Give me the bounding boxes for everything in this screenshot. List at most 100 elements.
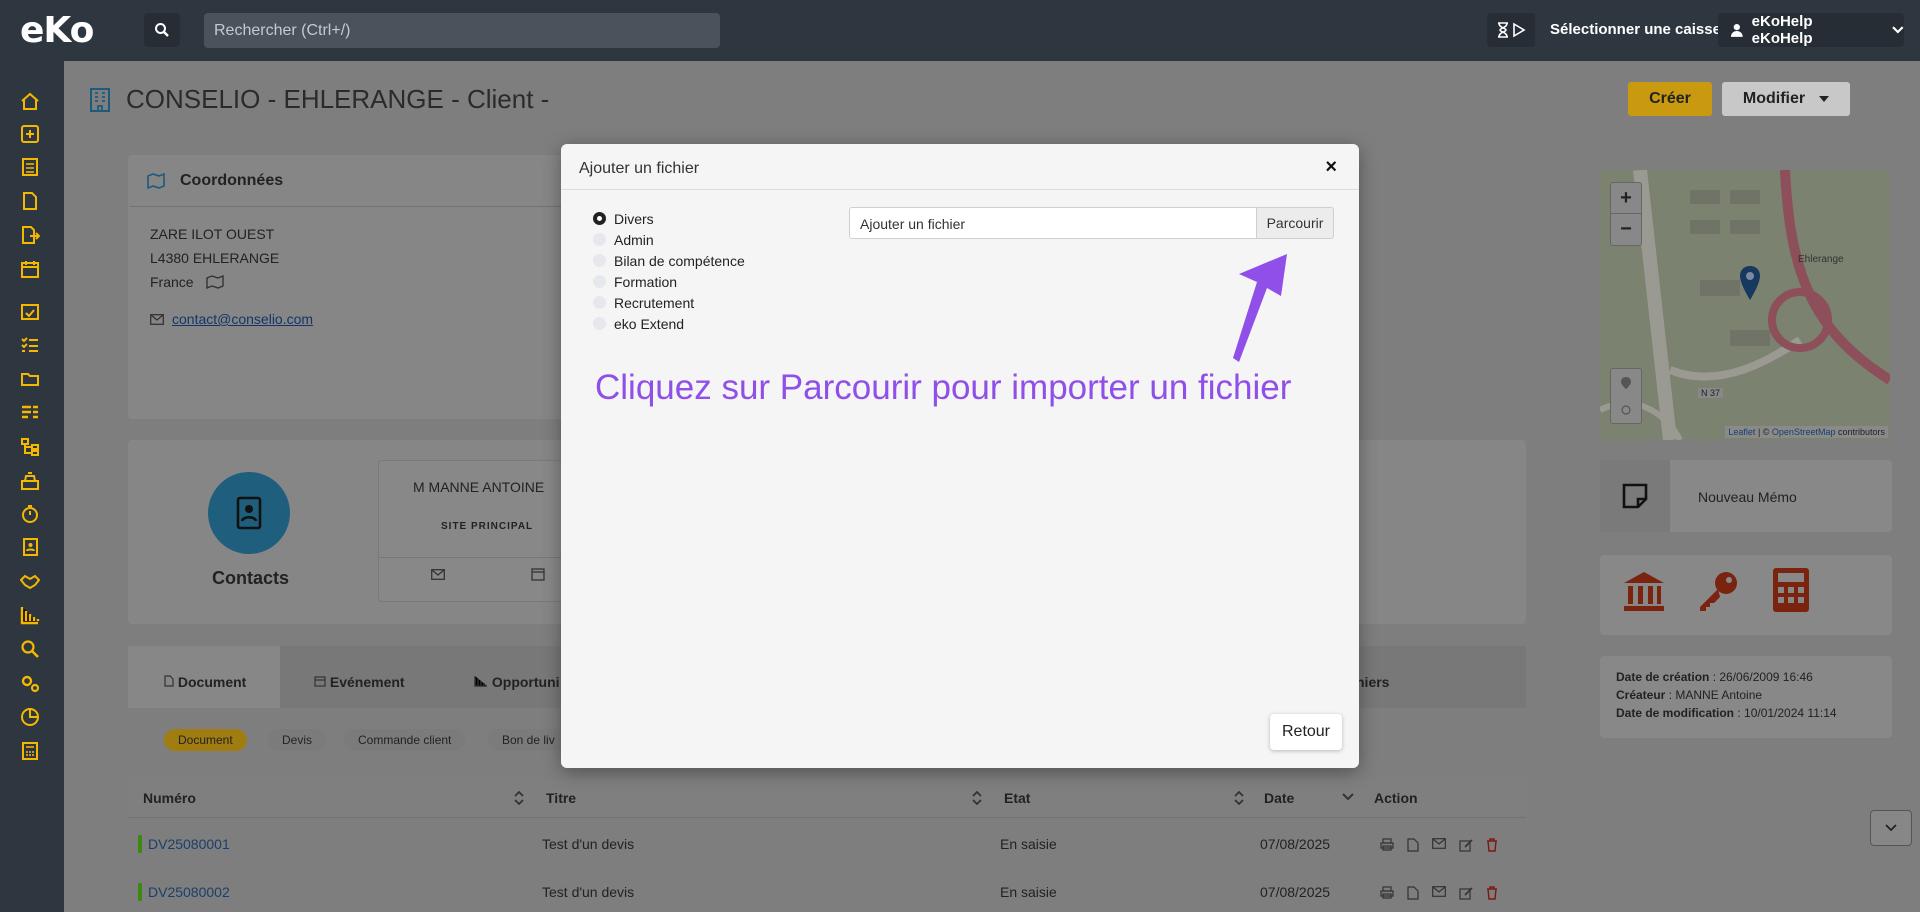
modal-title: Ajouter un fichier (579, 160, 700, 177)
eko-logo[interactable]: eKo (20, 10, 94, 51)
radio-dot[interactable] (593, 233, 606, 246)
bank-icon[interactable] (1622, 569, 1666, 613)
osm-link[interactable]: OpenStreetMap (1772, 427, 1836, 437)
layers-icon[interactable] (1621, 405, 1631, 415)
calculator-orange-icon[interactable] (1772, 567, 1810, 613)
map-road-label: N 37 (1698, 388, 1724, 398)
col-date[interactable]: Date (1264, 790, 1294, 806)
radio-divers[interactable]: Divers (593, 208, 745, 229)
col-numero[interactable]: Numéro (143, 790, 196, 806)
calculator-icon[interactable] (20, 741, 40, 761)
task-list-icon[interactable] (20, 335, 40, 355)
tools-list-icon[interactable] (20, 403, 40, 423)
key-icon[interactable] (1696, 569, 1740, 613)
locate-icon[interactable] (1621, 377, 1631, 389)
add-box-icon[interactable] (20, 124, 40, 144)
map-locate-icon[interactable] (205, 275, 224, 289)
radio-admin[interactable]: Admin (593, 229, 745, 250)
contact-mail-icon[interactable] (431, 569, 445, 580)
pill-commande-client[interactable]: Commande client (344, 729, 466, 751)
file-icon[interactable] (20, 191, 40, 211)
print-icon[interactable] (1380, 886, 1394, 899)
file-name-input[interactable]: Ajouter un fichier (849, 207, 1257, 239)
edit-icon[interactable] (1459, 838, 1473, 852)
select-caisse-button[interactable]: Sélectionner une caisse (1550, 21, 1721, 38)
radio-formation[interactable]: Formation (593, 271, 745, 292)
trash-icon[interactable] (1486, 838, 1498, 852)
attribution-contributors: contributors (1835, 427, 1885, 437)
home-icon[interactable] (20, 91, 40, 111)
zoom-in-button[interactable]: + (1611, 183, 1641, 214)
tab-opportunite[interactable]: Opportuni (474, 674, 560, 690)
map-marker-icon[interactable] (1740, 266, 1760, 300)
browse-button[interactable]: Parcourir (1256, 207, 1334, 239)
calendar-tab-icon (314, 676, 326, 687)
pill-devis[interactable]: Devis (268, 729, 327, 751)
radio-dot[interactable] (593, 212, 606, 225)
calendar-check-icon[interactable] (20, 301, 40, 321)
contacts-button[interactable] (208, 472, 290, 554)
pill-bon-livraison[interactable]: Bon de liv (488, 729, 569, 751)
contact-person-card[interactable]: M MANNE ANTOINE SITE PRINCIPAL (378, 460, 569, 602)
radio-eko-extend[interactable]: eko Extend (593, 313, 745, 334)
print-icon[interactable] (1380, 838, 1394, 851)
radio-dot[interactable] (593, 317, 606, 330)
mail-icon[interactable] (1432, 886, 1446, 897)
calendar-icon[interactable] (20, 259, 40, 279)
row-actions (1380, 886, 1498, 900)
handshake-icon[interactable] (20, 571, 40, 591)
tab-evenement[interactable]: Evénement (314, 674, 405, 690)
timer-button[interactable] (1487, 13, 1535, 47)
search-nav-icon[interactable] (20, 639, 40, 659)
user-menu-button[interactable]: eKoHelp eKoHelp (1718, 13, 1904, 47)
mail-icon[interactable] (1432, 838, 1446, 849)
col-titre[interactable]: Titre (546, 790, 576, 806)
creation-date-label: Date de création (1616, 670, 1710, 684)
attribution-separator: | © (1755, 427, 1772, 437)
scroll-down-button[interactable] (1870, 810, 1912, 846)
tab-document[interactable]: Document (164, 674, 246, 690)
pdf-icon[interactable] (1407, 886, 1419, 900)
file-export-icon[interactable] (20, 225, 40, 245)
sort-icon[interactable] (972, 790, 982, 806)
search-input[interactable] (204, 13, 720, 48)
col-etat[interactable]: Etat (1004, 790, 1030, 806)
new-memo-label[interactable]: Nouveau Mémo (1698, 489, 1797, 505)
sort-desc-icon[interactable] (1342, 792, 1354, 802)
modify-button[interactable]: Modifier (1722, 82, 1850, 116)
sort-icon[interactable] (1234, 790, 1244, 806)
leaflet-link[interactable]: Leaflet (1728, 427, 1755, 437)
cash-register-icon[interactable] (20, 471, 40, 491)
pill-document[interactable]: Document (164, 729, 247, 751)
radio-bilan-competence[interactable]: Bilan de compétence (593, 250, 745, 271)
create-button[interactable]: Créer (1628, 82, 1712, 116)
bar-chart-icon[interactable] (20, 605, 40, 625)
contact-calendar-icon[interactable] (531, 567, 545, 581)
folder-open-icon[interactable] (20, 369, 40, 389)
radio-recrutement[interactable]: Recrutement (593, 292, 745, 313)
back-button[interactable]: Retour (1270, 714, 1342, 750)
radio-dot[interactable] (593, 296, 606, 309)
search-button[interactable] (144, 13, 180, 47)
stopwatch-icon[interactable] (20, 504, 40, 524)
contact-book-icon[interactable] (20, 537, 40, 557)
pie-chart-icon[interactable] (20, 707, 40, 727)
row-numero[interactable]: DV25080001 (148, 836, 230, 852)
sitemap-icon[interactable] (20, 437, 40, 457)
location-map[interactable]: Ehlerange N 37 + − Leaflet | © OpenStree… (1600, 170, 1890, 440)
pdf-icon[interactable] (1407, 838, 1419, 852)
radio-dot[interactable] (593, 275, 606, 288)
close-button[interactable]: × (1325, 156, 1337, 179)
map-icon (147, 172, 165, 189)
radio-dot[interactable] (593, 254, 606, 267)
row-numero[interactable]: DV25080002 (148, 884, 230, 900)
trash-icon[interactable] (1486, 886, 1498, 900)
sort-icon[interactable] (514, 790, 524, 806)
zoom-out-button[interactable]: − (1611, 214, 1641, 245)
list-doc-icon[interactable] (20, 157, 40, 177)
record-metadata: Date de création : 26/06/2009 16:46 Créa… (1600, 656, 1892, 738)
email-link[interactable]: contact@conselio.com (172, 311, 313, 327)
tab-fichiers[interactable]: hiers (1356, 674, 1389, 690)
edit-icon[interactable] (1459, 886, 1473, 900)
gears-icon[interactable] (20, 673, 40, 693)
